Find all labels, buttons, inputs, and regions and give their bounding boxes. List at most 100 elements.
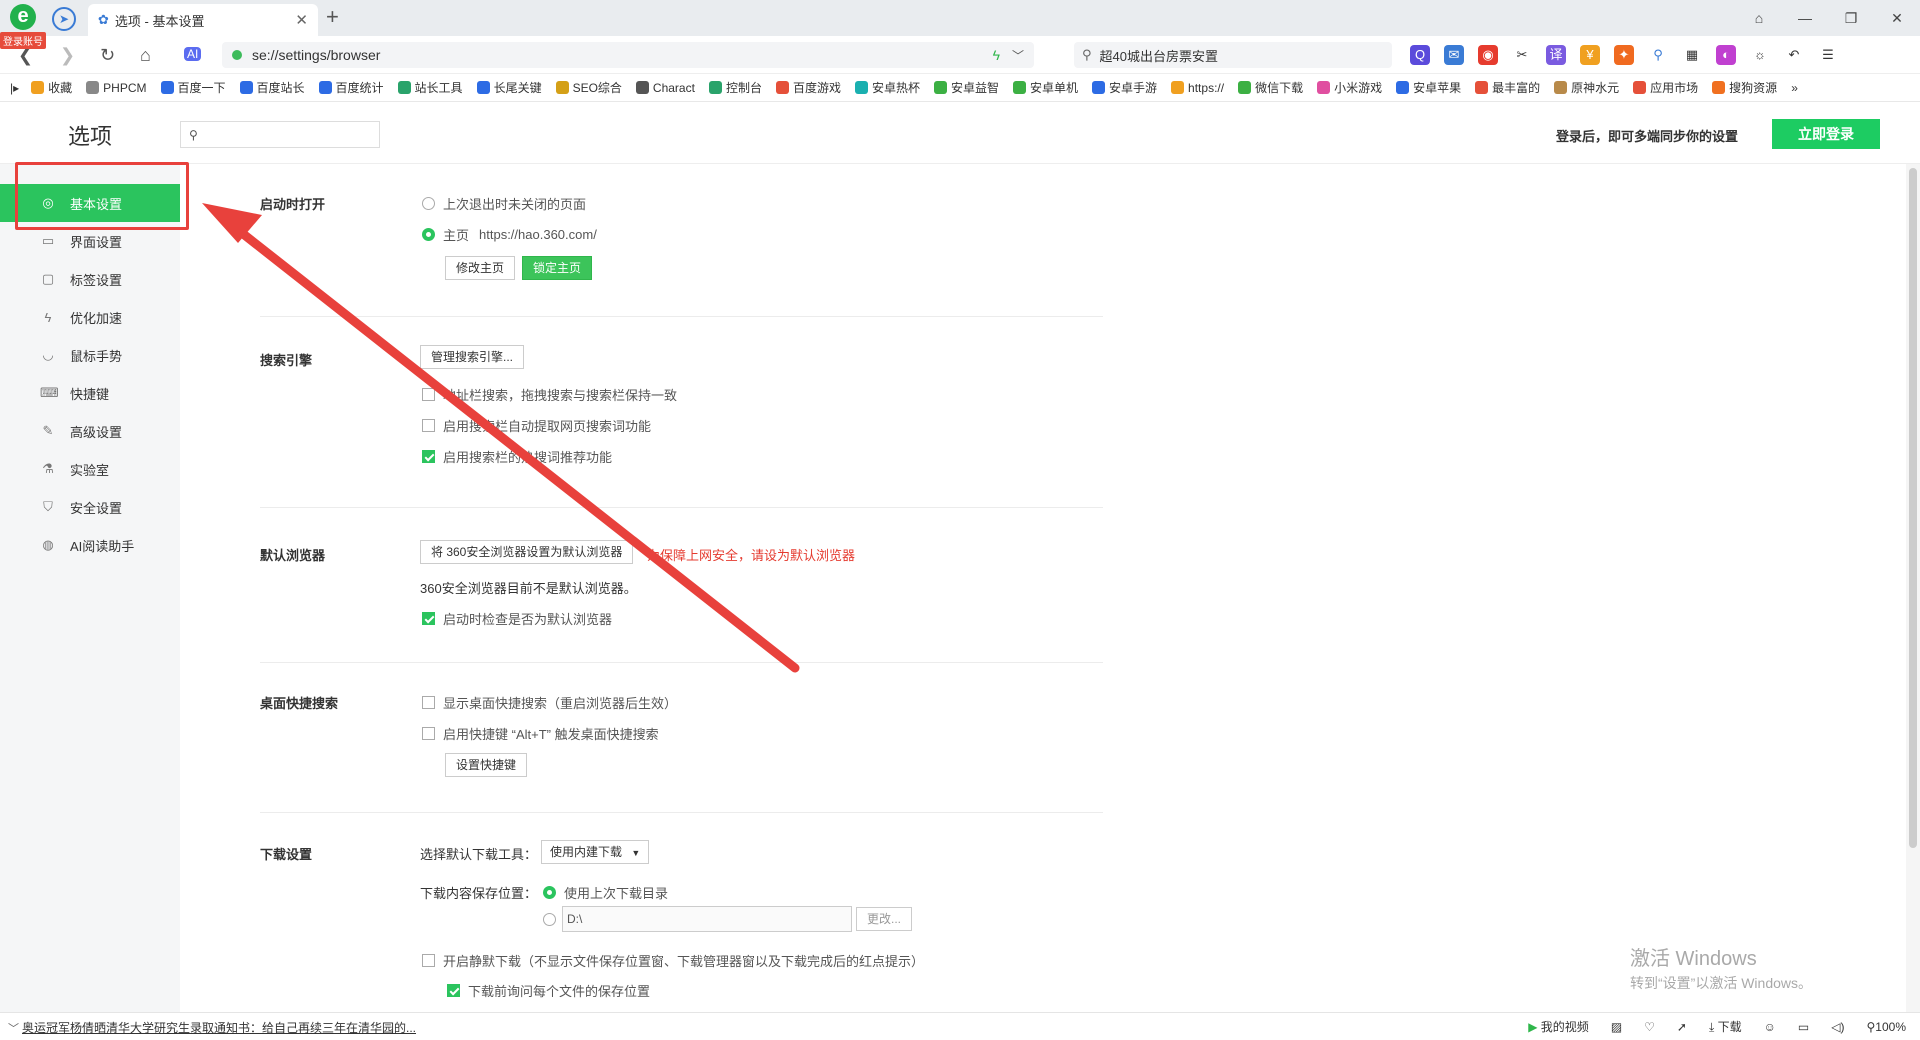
navigation-compass-icon[interactable]: ➤	[52, 7, 76, 31]
bookmark-item[interactable]: 最丰富的	[1475, 79, 1540, 96]
set-default-browser-button[interactable]: 将 360安全浏览器设置为默认浏览器	[420, 540, 634, 564]
active-tab[interactable]: ✿ 选项 - 基本设置 ✕	[88, 4, 318, 36]
bookmark-item[interactable]: https://	[1171, 81, 1224, 95]
sidebar-item[interactable]: ◡ 鼠标手势	[0, 336, 180, 374]
bookmark-item[interactable]: 百度统计	[318, 79, 384, 96]
sidebar-item[interactable]: ◎ 基本设置	[0, 184, 180, 222]
color-picker-icon[interactable]: ◐	[1716, 45, 1736, 65]
checkbox-show-desktop-search[interactable]: 显示桌面快捷搜索（重启浏览器后生效）	[422, 693, 677, 712]
user-icon[interactable]: ☺	[1764, 1020, 1776, 1034]
bookmark-item[interactable]: 安卓单机	[1013, 79, 1078, 96]
checkbox-sync-search[interactable]: 地址栏搜索，拖拽搜索与搜索栏保持一致	[422, 385, 677, 404]
close-tab-icon[interactable]: ✕	[295, 11, 308, 29]
apps-grid-icon[interactable]: ▦	[1682, 45, 1702, 65]
bookmark-item[interactable]: 长尾关键	[476, 79, 542, 96]
sidebar-item[interactable]: ⌨ 快捷键	[0, 374, 180, 412]
find-icon[interactable]: ⚲	[1648, 45, 1668, 65]
bookmark-item[interactable]: 应用市场	[1633, 79, 1698, 96]
sidebar-item[interactable]: ◍ AI阅读助手	[0, 526, 180, 564]
bookmark-item[interactable]: 收藏	[31, 79, 72, 96]
chevron-down-icon[interactable]: ﹀	[8, 1020, 19, 1036]
minimize-button[interactable]: —	[1782, 0, 1828, 36]
bookmark-item[interactable]: SEO综合	[555, 79, 622, 96]
checkbox-ask-location[interactable]: 下载前询问每个文件的保存位置	[447, 981, 650, 1000]
window-icon[interactable]: ▭	[1798, 1020, 1809, 1034]
ai-icon[interactable]: AI	[184, 47, 202, 61]
modify-homepage-button[interactable]: 修改主页	[445, 256, 516, 280]
search-input[interactable]: ⚲ 超40城出台房票安置	[1074, 42, 1392, 68]
restore-button[interactable]: ❐	[1828, 0, 1874, 36]
weibo-icon[interactable]: ◉	[1478, 45, 1498, 65]
checkbox-icon	[422, 419, 435, 432]
radio-homepage[interactable]: 主页 https://hao.360.com/	[422, 225, 597, 244]
scissors-icon[interactable]: ✂	[1512, 45, 1532, 65]
checkbox-alt-t-hotkey[interactable]: 启用快捷键 “Alt+T” 触发桌面快捷搜索	[422, 724, 659, 743]
video-button[interactable]: ▶ 我的视频	[1528, 1018, 1589, 1035]
change-path-button[interactable]: 更改...	[856, 907, 913, 931]
login-button[interactable]: 立即登录	[1772, 119, 1880, 149]
mail-icon[interactable]: ✉	[1444, 45, 1464, 65]
scrollbar-thumb[interactable]	[1909, 168, 1917, 848]
menu-icon[interactable]: ☰	[1818, 45, 1838, 65]
set-hotkey-button[interactable]: 设置快捷键	[445, 753, 528, 777]
rocket-icon[interactable]: ➚	[1677, 1020, 1687, 1034]
sidebar-item[interactable]: ⚗ 实验室	[0, 450, 180, 488]
news-ticker-link[interactable]: 奥运冠军杨倩晒清华大学研究生录取通知书：给自己再续三年在清华园的...	[22, 1019, 416, 1036]
forward-button[interactable]: ❯	[60, 45, 75, 66]
bookmark-item[interactable]: PHPCM	[86, 81, 147, 95]
bookmark-item[interactable]: 百度一下	[160, 79, 226, 96]
sidebar-item[interactable]: ϟ 优化加速	[0, 298, 180, 336]
refresh-button[interactable]: ↻	[100, 45, 115, 66]
coupon-icon[interactable]: ¥	[1580, 45, 1600, 65]
heart-icon[interactable]: ♡	[1644, 1020, 1655, 1034]
checkbox-check-default[interactable]: 启动时检查是否为默认浏览器	[422, 609, 612, 628]
download-button[interactable]: ⤓ 下载	[1709, 1018, 1742, 1035]
sidebar-item[interactable]: ▭ 界面设置	[0, 222, 180, 260]
pin-icon[interactable]: ⌂	[1736, 0, 1782, 36]
image-icon[interactable]: ▨	[1611, 1020, 1622, 1034]
lightning-icon[interactable]: ϟ	[993, 47, 1000, 63]
undo-icon[interactable]: ↶	[1784, 45, 1804, 65]
translate-icon[interactable]: 译	[1546, 45, 1566, 65]
bookmark-item[interactable]: 微信下载	[1238, 79, 1303, 96]
new-tab-button[interactable]: +	[326, 6, 339, 28]
download-tool-select[interactable]: 使用内建下载 ▼	[541, 840, 650, 864]
home-button[interactable]: ⌂	[140, 45, 151, 66]
bookmark-item[interactable]: 原神水元	[1554, 79, 1619, 96]
chat-icon[interactable]: Q	[1410, 45, 1430, 65]
more-bookmarks-icon[interactable]: »	[1791, 81, 1798, 95]
checkbox-extract-search-words[interactable]: 启用搜索栏自动提取网页搜索词功能	[422, 416, 651, 435]
sidebar-toggle-icon[interactable]: |▸	[10, 81, 19, 95]
bookmark-item[interactable]: 安卓手游	[1092, 79, 1157, 96]
address-bar[interactable]: se://settings/browser ϟ ﹀	[222, 42, 1034, 68]
game-icon[interactable]: ✦	[1614, 45, 1634, 65]
sidebar-item[interactable]: ✎ 高级设置	[0, 412, 180, 450]
brightness-icon[interactable]: ☼	[1750, 45, 1770, 65]
bookmark-item[interactable]: Charact	[635, 81, 695, 95]
checkbox-silent-download[interactable]: 开启静默下载（不显示文件保存位置窗、下载管理器窗以及下载完成后的红点提示）	[422, 951, 924, 970]
bookmark-item[interactable]: 安卓苹果	[1396, 79, 1461, 96]
bookmark-item[interactable]: 百度游戏	[775, 79, 841, 96]
bookmark-item[interactable]: 小米游戏	[1317, 79, 1382, 96]
login-badge[interactable]: 登录账号	[0, 32, 46, 49]
radio-last-directory[interactable]: 使用上次下载目录	[543, 883, 668, 902]
bookmark-item[interactable]: 安卓益智	[934, 79, 999, 96]
volume-icon[interactable]: ◁)	[1831, 1020, 1844, 1034]
radio-custom-directory[interactable]	[543, 913, 564, 926]
chevron-down-icon[interactable]: ﹀	[1012, 47, 1024, 64]
radio-restore-pages[interactable]: 上次退出时未关闭的页面	[422, 194, 586, 213]
bookmark-item[interactable]: 安卓热杯	[854, 79, 920, 96]
bookmark-item[interactable]: 百度站长	[239, 79, 305, 96]
bookmark-item[interactable]: 搜狗资源	[1712, 79, 1777, 96]
zoom-control[interactable]: ⚲100%	[1867, 1020, 1907, 1034]
lock-homepage-button[interactable]: 锁定主页	[522, 256, 593, 280]
sidebar-item[interactable]: ▢ 标签设置	[0, 260, 180, 298]
settings-search-input[interactable]: ⚲	[180, 121, 380, 148]
bookmark-item[interactable]: 控制台	[708, 79, 762, 96]
checkbox-hot-words[interactable]: 启用搜索栏的热搜词推荐功能	[422, 447, 612, 466]
bookmark-item[interactable]: 站长工具	[397, 79, 463, 96]
download-path-input[interactable]: D:\	[562, 906, 852, 932]
sidebar-item[interactable]: ⛉ 安全设置	[0, 488, 180, 526]
manage-search-engines-button[interactable]: 管理搜索引擎...	[420, 345, 525, 369]
close-window-button[interactable]: ✕	[1874, 0, 1920, 36]
